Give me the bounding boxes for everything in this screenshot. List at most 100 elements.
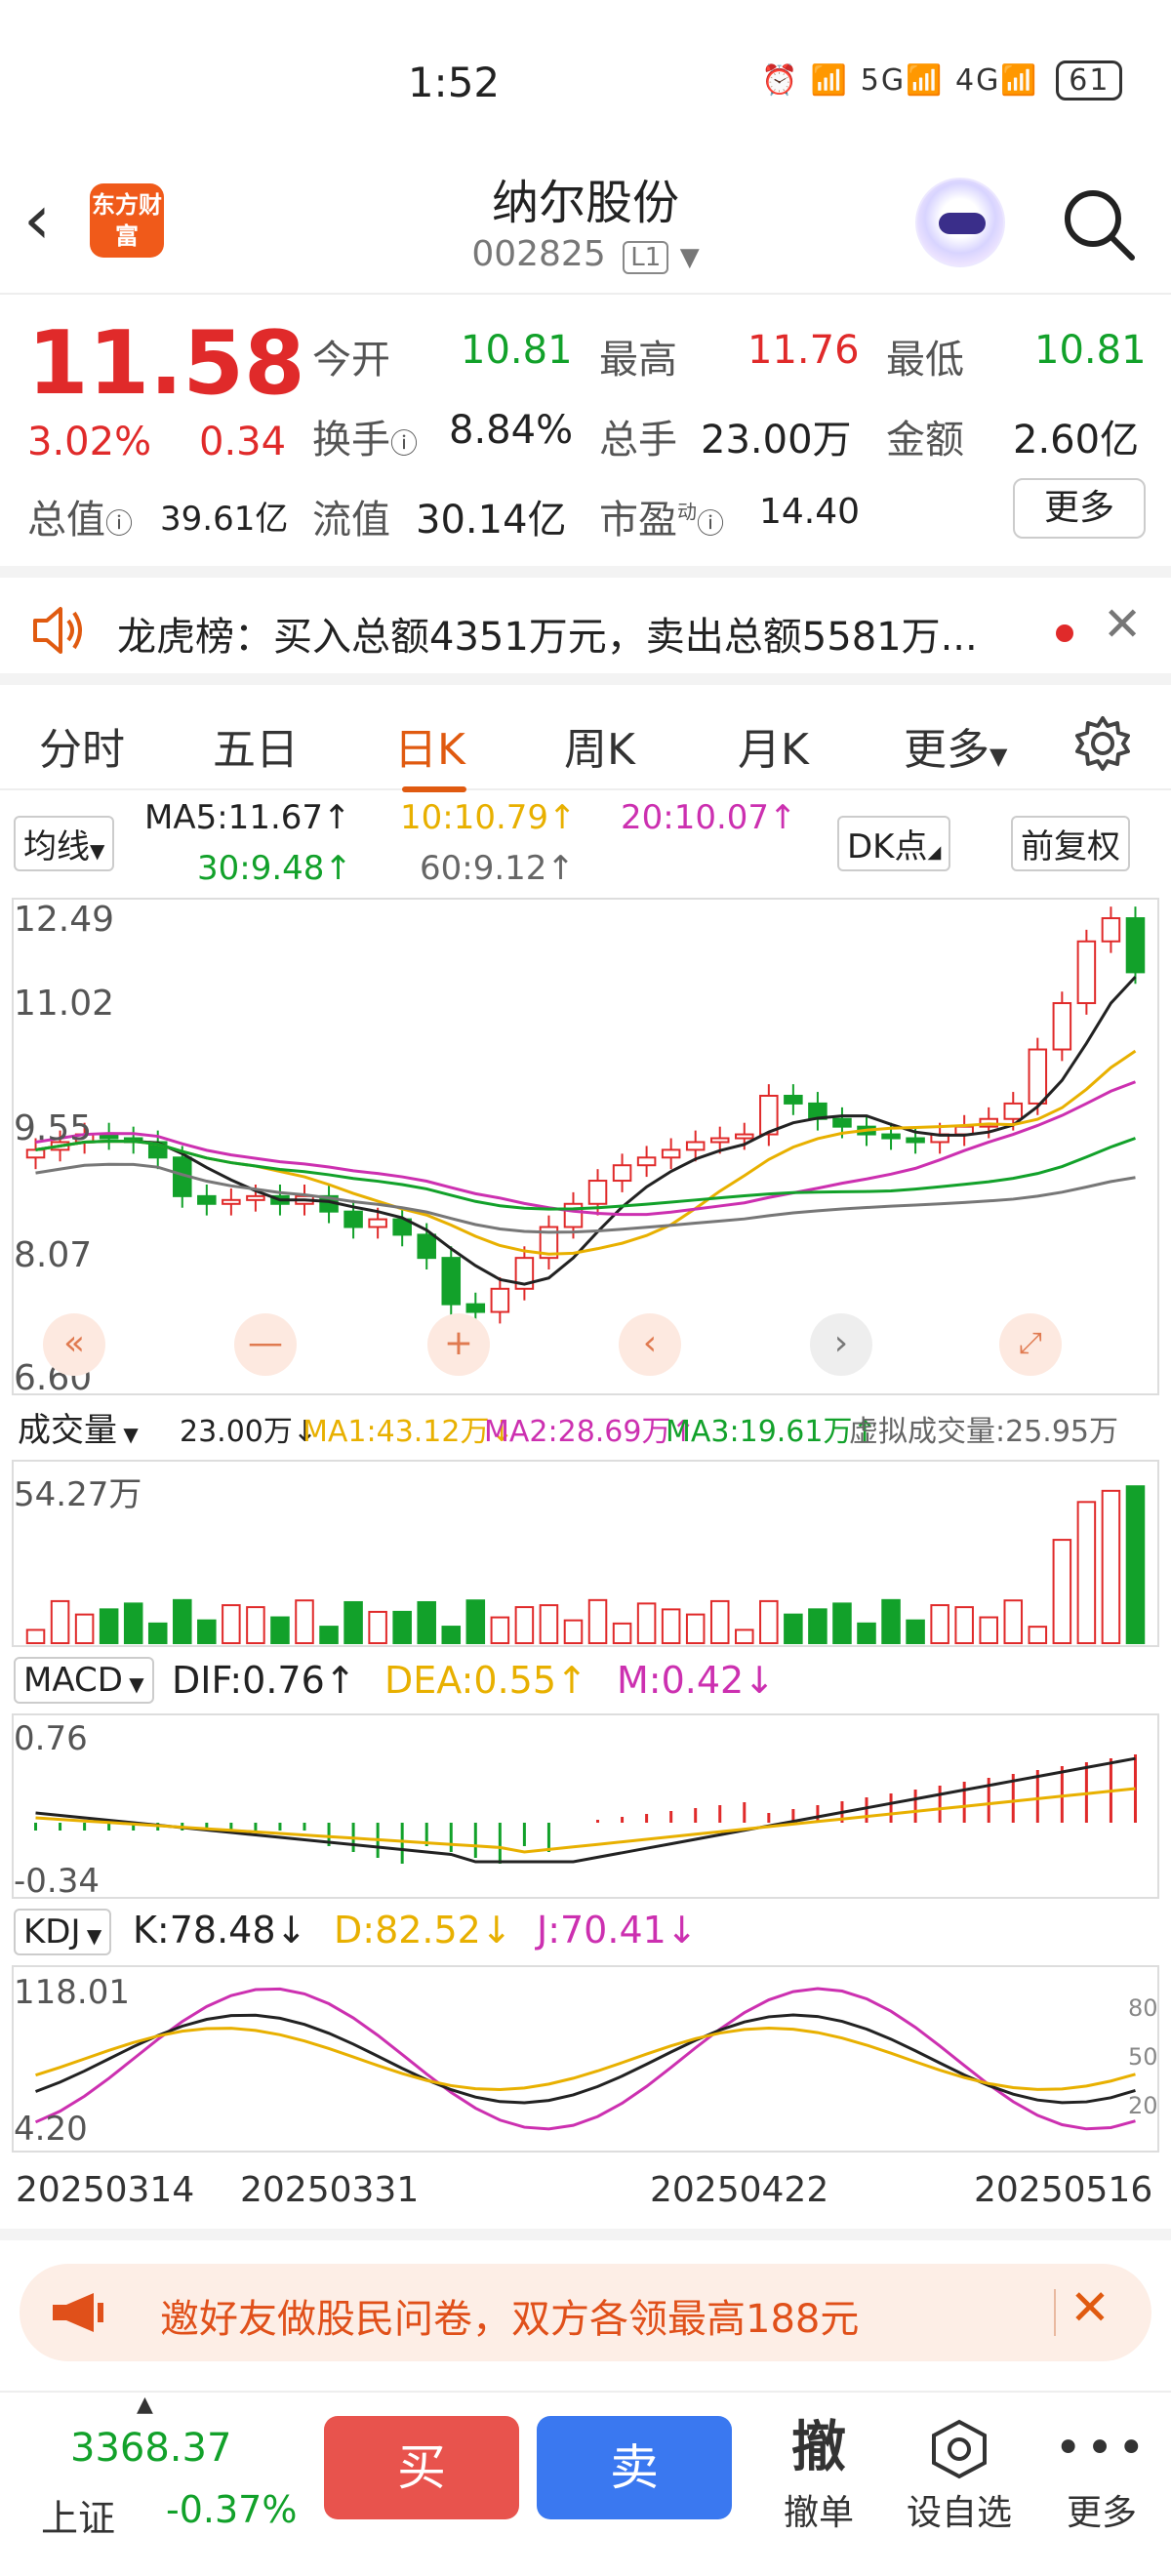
volume-bar xyxy=(418,1602,435,1643)
volume-bar xyxy=(907,1621,924,1643)
volume-bar xyxy=(663,1609,680,1643)
tab-weekly-k[interactable]: 周K xyxy=(564,714,635,777)
volume-axis-max: 54.27万 xyxy=(14,1468,141,1515)
buy-button[interactable]: 买 xyxy=(324,2416,519,2519)
index-name[interactable]: 上证 xyxy=(41,2488,115,2542)
search-icon[interactable] xyxy=(1060,185,1138,263)
ma-selector[interactable]: 均线▼ xyxy=(14,816,114,871)
info-icon[interactable]: ⓘ xyxy=(105,507,133,540)
tab-intraday[interactable]: 分时 xyxy=(39,714,125,777)
ma30-legend: 30:9.48↑ xyxy=(197,849,352,888)
scroll-first-icon[interactable]: « xyxy=(43,1313,105,1376)
cancel-order-button[interactable]: 撤 撤单 xyxy=(755,2412,882,2535)
candle-body xyxy=(222,1200,240,1204)
expand-caret-icon[interactable]: ▲ xyxy=(137,2393,153,2417)
dragon-tiger-notice[interactable]: 龙虎榜：买入总额4351万元，卖出总额5581万... ✕ xyxy=(0,566,1171,673)
candle-body xyxy=(882,1135,900,1139)
volume-bar xyxy=(344,1602,362,1643)
virtual-volume-legend: 虚拟成交量:25.95万 xyxy=(849,1407,1118,1450)
date-label-4: 20250516 xyxy=(974,2170,1152,2210)
pe-value: 14.40 xyxy=(759,492,860,532)
kdj-d-line xyxy=(36,2029,1136,2090)
macd-svg xyxy=(14,1715,1157,1897)
megaphone-icon xyxy=(49,2289,121,2336)
open-value: 10.81 xyxy=(461,328,573,373)
tab-more[interactable]: 更多▼ xyxy=(904,714,1007,777)
macd-selector[interactable]: MACD ▼ xyxy=(14,1657,154,1704)
float-label: 流值 xyxy=(312,488,390,544)
volume-bar xyxy=(589,1600,607,1643)
index-change[interactable]: -0.37% xyxy=(166,2488,297,2531)
ma-line xyxy=(36,1051,1136,1254)
kdj-level-80: 80 xyxy=(1128,1994,1158,2022)
zoom-in-icon[interactable]: + xyxy=(427,1313,490,1376)
scroll-left-icon[interactable]: ‹ xyxy=(619,1313,681,1376)
candle-body xyxy=(247,1196,264,1200)
kdj-axis-max: 118.01 xyxy=(14,1973,130,2012)
stock-code-text: 002825 xyxy=(471,234,605,274)
price-axis-4: 8.07 xyxy=(14,1235,92,1275)
volume-bar xyxy=(198,1621,216,1643)
volume-bar xyxy=(369,1612,386,1643)
candle-body xyxy=(27,1149,45,1157)
volume-bar xyxy=(320,1627,338,1643)
volume-bar xyxy=(516,1607,534,1643)
add-watchlist-button[interactable]: 设自选 xyxy=(896,2412,1023,2535)
candle-body xyxy=(467,1305,485,1312)
settings-gear-icon[interactable] xyxy=(1073,714,1132,773)
status-icons: ⏰ 📶 5G📶 4G📶 61 xyxy=(761,60,1122,101)
assistant-avatar-icon[interactable] xyxy=(915,178,1005,267)
zoom-out-icon[interactable]: — xyxy=(234,1313,297,1376)
ma5-legend: MA5:11.67↑ xyxy=(144,798,351,837)
volume-bar xyxy=(76,1615,94,1643)
tab-daily-k[interactable]: 日K xyxy=(394,714,465,777)
volume-bar xyxy=(442,1627,460,1643)
kdj-j-legend: J:70.41↓ xyxy=(537,1909,698,1952)
candle-body xyxy=(442,1258,460,1304)
candle-body xyxy=(785,1096,802,1104)
more-quote-button[interactable]: 更多 xyxy=(1013,478,1146,539)
candle-body xyxy=(736,1135,753,1139)
info-icon[interactable]: ⓘ xyxy=(390,427,418,460)
volume-bar xyxy=(638,1603,656,1643)
high-value: 11.76 xyxy=(747,328,860,373)
signal-icons: ⏰ 📶 5G📶 4G📶 xyxy=(761,63,1039,98)
close-banner-icon[interactable]: ✕ xyxy=(1070,2279,1110,2336)
volume-selector[interactable]: 成交量 ▼ xyxy=(10,1401,146,1453)
sell-button[interactable]: 卖 xyxy=(537,2416,732,2519)
tab-monthly-k[interactable]: 月K xyxy=(738,714,809,777)
kline-chart[interactable]: 12.49 11.02 9.55 8.07 6.60 « — + ‹ › ⤢ xyxy=(12,898,1159,1395)
fullscreen-icon[interactable]: ⤢ xyxy=(999,1313,1062,1376)
date-label-2: 20250331 xyxy=(240,2170,419,2210)
macd-axis-min: -0.34 xyxy=(14,1862,100,1901)
kdj-chart[interactable]: 118.01 4.20 80 50 20 xyxy=(12,1965,1159,2153)
kdj-selector[interactable]: KDJ ▼ xyxy=(14,1909,111,1955)
volume-bar xyxy=(149,1624,167,1643)
kdj-axis-min: 4.20 xyxy=(14,2110,88,2149)
promo-banner[interactable]: 邀好友做股民问卷，双方各领最高188元 ✕ xyxy=(20,2264,1151,2361)
promo-text: 邀好友做股民问卷，双方各领最高188元 xyxy=(160,2287,859,2344)
info-icon[interactable]: ⓘ xyxy=(697,507,724,540)
volume-bar xyxy=(931,1605,949,1643)
macd-chart[interactable]: 0.76 -0.34 xyxy=(12,1713,1159,1899)
tab-five-day[interactable]: 五日 xyxy=(213,714,299,777)
index-value[interactable]: 3368.37 xyxy=(70,2426,231,2471)
volume-chart[interactable]: 54.27万 xyxy=(12,1460,1159,1647)
more-actions-button[interactable]: ••• 更多 xyxy=(1038,2412,1165,2535)
close-icon[interactable]: ✕ xyxy=(1103,597,1142,652)
volume-bar xyxy=(785,1615,802,1643)
float-value: 30.14亿 xyxy=(416,488,567,544)
candle-body xyxy=(589,1181,607,1204)
volume-bar xyxy=(955,1607,973,1643)
candle-body xyxy=(492,1289,509,1312)
volume-bar xyxy=(222,1605,240,1643)
dk-point-selector[interactable]: DK点◢ xyxy=(837,816,950,871)
candle-body xyxy=(1127,918,1145,972)
vol-ma2-legend: MA2:28.69万↑ xyxy=(484,1407,696,1450)
scroll-right-icon[interactable]: › xyxy=(810,1313,872,1376)
price-axis-2: 11.02 xyxy=(14,984,114,1024)
volume-bar xyxy=(687,1615,705,1643)
price-adjust-selector[interactable]: 前复权 xyxy=(1011,816,1130,871)
volume-bar xyxy=(174,1600,191,1643)
volume-bar xyxy=(541,1605,558,1643)
